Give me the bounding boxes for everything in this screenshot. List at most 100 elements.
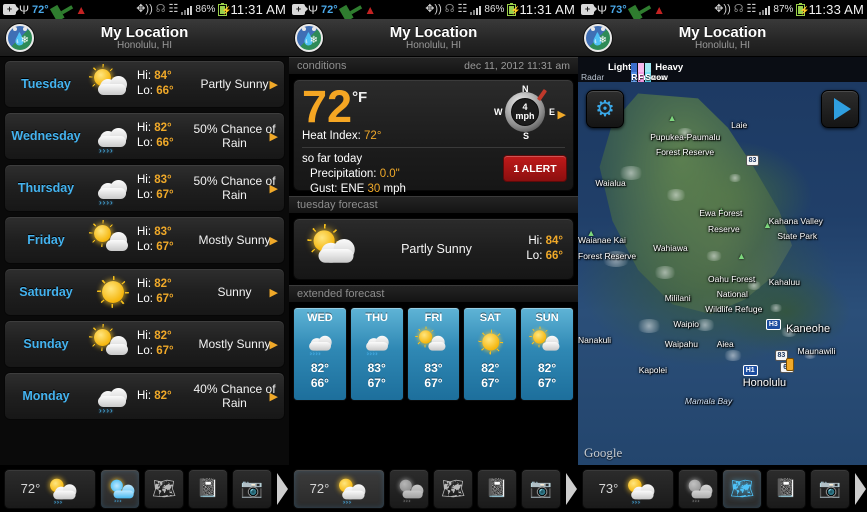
tab-bar: 72° ››› ››› 🗺 📓 📷 [289, 465, 578, 512]
tab-reports[interactable]: 📓 [477, 468, 517, 509]
legend-swatch [631, 62, 638, 72]
map-label: Reserve [708, 223, 740, 234]
legend-heavy-label: Heavy [655, 61, 684, 73]
snowflake-icon: ❄ [20, 34, 29, 46]
forecast-temps: Hi: 82° [137, 389, 193, 404]
legend-frozen-label: Frozen [638, 71, 667, 82]
mute-icon: ☊ [733, 3, 744, 15]
map-label: State Park [777, 231, 818, 242]
tab-map[interactable]: 🗺 [144, 468, 184, 509]
today-condition: Partly Sunny [401, 242, 472, 256]
tab-camera[interactable]: 📷 [232, 468, 272, 509]
hi-label: Hi: [137, 70, 152, 82]
tab-camera[interactable]: 📷 [810, 468, 850, 509]
legend-light-label: Light [608, 61, 632, 73]
tab-now[interactable]: 72° ››› [293, 468, 385, 509]
table-row[interactable]: Saturday Hi: 82° Lo: 67° Sunny ▶ [4, 268, 285, 316]
tab-forecast[interactable]: ››› [389, 468, 429, 509]
mute-icon: ☊ [155, 3, 166, 15]
radar-legend: Radar Light Rain Frozen Snow Heavy [578, 57, 867, 82]
hi-label: Hi: [137, 226, 152, 238]
ext-day: WED [307, 312, 333, 324]
list-item[interactable]: THU ›››› 83° 67° [349, 307, 404, 401]
mostly-sunny-icon [87, 329, 137, 359]
lo-label: Lo: [137, 137, 153, 149]
table-row[interactable]: Monday ›››› Hi: 82° 40% Chance of Rain ▶ [4, 372, 285, 420]
lo-value: 67° [156, 189, 174, 201]
map-label: Nanakuli [578, 334, 612, 345]
map-label: Kaneohe [786, 323, 831, 336]
hi-value: 84° [154, 70, 172, 82]
status-bar-left: + Ψ 72° █▬ ▲ [292, 0, 376, 21]
legend-rain-group: Rain [631, 62, 650, 82]
hi-value: 83° [154, 174, 172, 186]
map-settings-button[interactable]: ⚙ [586, 90, 624, 128]
table-row[interactable]: Sunday Hi: 82° Lo: 67° Mostly Sunny ▶ [4, 320, 285, 368]
page-subtitle: Honolulu, HI [405, 40, 462, 51]
map-icon: 🗺 [440, 478, 466, 500]
cell-signal-icon [181, 5, 193, 15]
list-item[interactable]: SUN 82° 67° [520, 307, 574, 401]
conditions-timestamp: dec 11, 2012 11:31 am [464, 60, 570, 72]
list-item[interactable]: WED ›››› 82° 66° [293, 307, 347, 401]
tab-more[interactable] [854, 469, 867, 509]
tab-map[interactable]: 🗺 [722, 468, 762, 509]
tab-more[interactable] [565, 469, 578, 509]
today-forecast-card[interactable]: Partly Sunny Hi: 84° Lo: 66° [293, 218, 574, 280]
status-temp: 73° [610, 3, 627, 16]
tab-forecast[interactable]: ››› [100, 468, 140, 509]
table-row[interactable]: Wednesday ›››› Hi: 82° Lo: 66° 50% Chanc… [4, 112, 285, 160]
hi-label: Hi: [137, 174, 152, 186]
lo-value: 67° [156, 241, 174, 253]
current-conditions-card[interactable]: 72 °F Heat Index: 72° 4 mph N S W E ▶ so… [293, 79, 574, 195]
map-label: Pupukea-Paumalu [650, 131, 721, 142]
road-shield-icon: H3 [765, 319, 781, 331]
radar-cell [722, 350, 743, 362]
radar-map[interactable]: ▲ ▲ ▲ ▲ ▲ Laie Pupukea-Paumalu Forest Reserve W… [578, 82, 867, 465]
sync-icon: ✥)) [714, 3, 731, 15]
tab-now[interactable]: 73° ››› [582, 468, 674, 509]
panel-current-conditions: + Ψ 72° █▬ ▲ ✥)) ☊ ☷ 86% ⚡ 11:31 AM 💧 ❄ … [289, 0, 578, 512]
rain-icon: ›››› [87, 381, 137, 415]
usb-icon: Ψ [19, 2, 30, 17]
status-bar-right: ✥)) ☊ ☷ 86% ⚡ 11:31 AM [425, 2, 575, 17]
map-label: Forest Reserve [656, 147, 715, 158]
app-logo-icon: 💧 ❄ [295, 23, 323, 52]
forecast-day: Wednesday [11, 129, 81, 143]
tab-reports[interactable]: 📓 [766, 468, 806, 509]
rain-icon: ›››› [87, 121, 137, 155]
page-title: My Location [100, 24, 189, 41]
map-attribution: Google [584, 445, 623, 460]
map-label: Ewa Forest [699, 208, 743, 219]
tab-camera[interactable]: 📷 [521, 468, 561, 509]
radar-cell [768, 304, 783, 313]
gust-label: Gust: ENE [310, 183, 365, 195]
weather-icon: ››› [49, 478, 77, 505]
map-label: Mililani [664, 292, 691, 303]
map-icon: 🗺 [151, 478, 177, 500]
cell-signal-icon [470, 5, 482, 15]
list-item[interactable]: SAT 82° 67° [463, 307, 518, 401]
map-label: National [716, 288, 748, 299]
tab-map[interactable]: 🗺 [433, 468, 473, 509]
status-temp: 72° [321, 3, 338, 16]
radar-play-button[interactable] [821, 90, 859, 128]
page-title: My Location [389, 24, 478, 41]
radar-cell [664, 189, 687, 202]
forecast-temps: Hi: 84° Lo: 66° [137, 69, 193, 99]
add-icon: + [581, 4, 597, 15]
status-badge[interactable]: 1 ALERT [503, 155, 567, 182]
list-item[interactable]: FRI 83° 67° [406, 307, 461, 401]
gust-value: 30 [367, 183, 381, 195]
tab-now[interactable]: 72° ››› [4, 468, 96, 509]
tab-more[interactable] [276, 469, 289, 509]
play-icon [833, 98, 851, 120]
extended-section-header: extended forecast [289, 285, 578, 303]
weather-icon: ››› [627, 478, 655, 505]
table-row[interactable]: Friday Hi: 83° Lo: 67° Mostly Sunny ▶ [4, 216, 285, 264]
table-row[interactable]: Tuesday Hi: 84° Lo: 66° Partly Sunny ▶ [4, 60, 285, 108]
tab-reports[interactable]: 📓 [188, 468, 228, 509]
table-row[interactable]: Thursday ›››› Hi: 83° Lo: 67° 50% Chance… [4, 164, 285, 212]
wind-speed-readout: 4 mph [511, 98, 539, 126]
tab-forecast[interactable]: ››› [678, 468, 718, 509]
